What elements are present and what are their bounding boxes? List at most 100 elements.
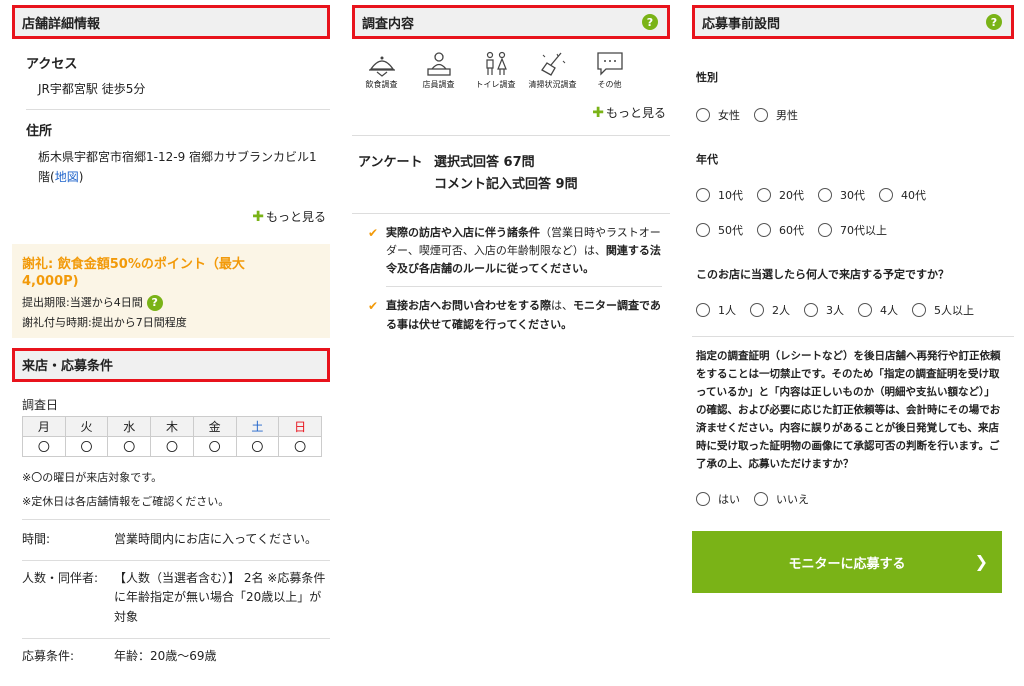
people-value: 【人数（当選者含む）】 2名 ※応募条件に年齢指定が無い場合「20歳以上」が対象 (114, 570, 326, 625)
radio-age-50s[interactable]: 50代 (696, 220, 743, 240)
holiday-note: ※定休日は各店舗情報をご確認ください。 (22, 494, 230, 508)
more-link-store[interactable]: ✚ もっと見る (12, 208, 330, 225)
pre-questions-header: 応募事前設問 ? (692, 5, 1014, 39)
apply-button-frame: モニターに応募する ❯ (692, 531, 1002, 594)
survey-days-table: 月 火 水 木 金 土 日 〇 〇 〇 〇 〇 〇 〇 (22, 415, 322, 457)
apply-condition-row: 応募条件: 年齢：20歳〜69歳 (12, 647, 330, 667)
help-icon[interactable]: ? (146, 294, 163, 311)
radio-party-2[interactable]: 2人 (750, 300, 790, 320)
icon-cell-restroom: トイレ調査 (468, 51, 523, 90)
day-mark: 〇 (22, 435, 66, 457)
time-value: 営業時間内にお店に入ってください。 (114, 531, 318, 546)
people-label: 人数・同伴者: (22, 570, 99, 585)
restroom-icon (485, 51, 507, 75)
address-value: 栃木県宇都宮市宿郷1-12-9 宿郷カサブランカビル1階(地図) (38, 150, 317, 185)
icon-cell-other: その他 (582, 51, 637, 90)
plus-icon: ✚ (252, 208, 264, 225)
caution-item: ✔ 直接お店へお問い合わせをする際は、モニター調査である事は伏せて確認を行ってく… (368, 297, 662, 333)
radio-party-5plus[interactable]: 5人以上 (912, 300, 974, 320)
day-mark: 〇 (150, 435, 194, 457)
radio-age-60s[interactable]: 60代 (757, 220, 804, 240)
check-icon: ✔ (368, 226, 379, 241)
radio-age-10s[interactable]: 10代 (696, 185, 743, 205)
radio-age-30s[interactable]: 30代 (818, 185, 865, 205)
age-options: 10代 20代 30代 40代 50代 60代 70代以上 (692, 185, 992, 240)
access-value: JR宇都宮駅 徒歩5分 (38, 82, 146, 96)
store-details-column: 店舗詳細情報 アクセス JR宇都宮駅 徒歩5分 住所 栃木県宇都宮市宿郷1-12… (12, 0, 330, 667)
radio-age-40s[interactable]: 40代 (879, 185, 926, 205)
day-tue: 火 (64, 415, 109, 437)
address-title: 住所 (26, 124, 53, 139)
radio-party-1[interactable]: 1人 (696, 300, 736, 320)
gender-options: 女性 男性 (692, 105, 1014, 125)
reward-grant: 謝礼付与時期:提出から7日間程度 (22, 315, 187, 329)
day-wed: 水 (107, 415, 152, 437)
help-icon[interactable]: ? (642, 14, 658, 30)
comment-questions: コメント記入式回答 9問 (434, 176, 578, 192)
survey-content-column: 調査内容 ? 飲食調査 店員調査 トイレ調査 清掃状況調査 その他 ✚ もっと見… (352, 0, 670, 334)
radio-male[interactable]: 男性 (754, 105, 798, 125)
day-mark: 〇 (107, 435, 152, 457)
day-mark: 〇 (278, 435, 322, 457)
radio-female[interactable]: 女性 (696, 105, 740, 125)
divider (22, 518, 330, 520)
staff-counter-icon (426, 52, 451, 76)
map-link[interactable]: 地図 (55, 170, 79, 184)
question-party-size: このお店に当選したら何人で来店する予定ですか？ (696, 268, 949, 281)
divider (22, 638, 330, 640)
food-cloche-icon (368, 56, 395, 77)
icon-cell-cleaning: 清掃状況調査 (525, 51, 580, 90)
time-label: 時間: (22, 531, 51, 546)
apply-monitor-button[interactable]: モニターに応募する ❯ (692, 531, 1002, 594)
day-fri: 金 (192, 415, 237, 437)
plus-icon: ✚ (592, 105, 604, 122)
divider (22, 559, 330, 561)
pre-questions-column: 応募事前設問 ? 性別 女性 男性 年代 10代 20代 30代 40代 50代… (692, 0, 1014, 594)
questionnaire-summary: アンケート 選択式回答 67問 コメント記入式回答 9問 (352, 152, 670, 195)
survey-content-header: 調査内容 ? (352, 5, 670, 39)
day-mon: 月 (22, 415, 66, 437)
radio-circle[interactable] (696, 108, 710, 122)
speech-bubble-icon (596, 52, 623, 76)
reward-title: 謝礼: 飲食金額50%のポイント（最大4,000P) (22, 256, 245, 290)
day-note: ※〇の曜日が来店対象です。 (22, 470, 163, 484)
day-mark: 〇 (192, 435, 237, 457)
radio-yes[interactable]: はい (696, 489, 740, 509)
radio-age-20s[interactable]: 20代 (757, 185, 804, 205)
day-mark: 〇 (64, 435, 109, 457)
chevron-right-icon: ❯ (974, 552, 988, 572)
check-icon: ✔ (368, 299, 379, 314)
questionnaire-label: アンケート (358, 155, 423, 171)
radio-circle[interactable] (754, 108, 768, 122)
radio-no[interactable]: いいえ (754, 489, 809, 509)
conditions-header: 来店・応募条件 (12, 347, 330, 382)
people-row: 人数・同伴者: 【人数（当選者含む）】 2名 ※応募条件に年齢指定が無い場合「2… (12, 569, 330, 628)
help-icon[interactable]: ? (986, 14, 1002, 30)
reward-deadline: 提出期限:当選から4日間? (22, 294, 320, 311)
divider (692, 336, 1014, 337)
reward-box: 謝礼: 飲食金額50%のポイント（最大4,000P) 提出期限:当選から4日間?… (12, 243, 330, 338)
apply-condition-value: 年齢：20歳〜69歳 (114, 649, 217, 664)
apply-condition-label: 応募条件: (22, 649, 75, 664)
choice-questions: 選択式回答 67問 (434, 155, 535, 171)
more-link-survey[interactable]: ✚ もっと見る (352, 104, 670, 121)
radio-age-70plus[interactable]: 70代以上 (818, 220, 887, 240)
survey-icons-row: 飲食調査 店員調査 トイレ調査 清掃状況調査 その他 (354, 51, 670, 90)
caution-item: ✔ 実際の訪店や入店に伴う諸条件（営業日時やラストオーダー、喫煙可否、入店の年齢… (368, 224, 662, 278)
day-sat: 土 (235, 415, 280, 437)
question-gender: 性別 (696, 71, 718, 84)
radio-party-3[interactable]: 3人 (804, 300, 844, 320)
time-row: 時間: 営業時間内にお店に入ってください。 (12, 530, 330, 550)
radio-party-4[interactable]: 4人 (858, 300, 898, 320)
store-details-header: 店舗詳細情報 (12, 5, 330, 39)
receipt-notice: 指定の調査証明（レシートなど）を後日店舗へ再発行や訂正依頼をすることは一切禁止で… (696, 350, 1001, 471)
day-thu: 木 (150, 415, 194, 437)
icon-cell-staff: 店員調査 (411, 51, 466, 90)
divider (352, 135, 670, 137)
store-details-title: 店舗詳細情報 (22, 16, 101, 32)
party-options: 1人 2人 3人 4人 5人以上 (692, 300, 992, 320)
access-title: アクセス (26, 57, 78, 72)
caution-list: ✔ 実際の訪店や入店に伴う諸条件（営業日時やラストオーダー、喫煙可否、入店の年齢… (352, 214, 670, 334)
cleaning-icon (540, 52, 565, 76)
day-sun: 日 (278, 415, 322, 437)
